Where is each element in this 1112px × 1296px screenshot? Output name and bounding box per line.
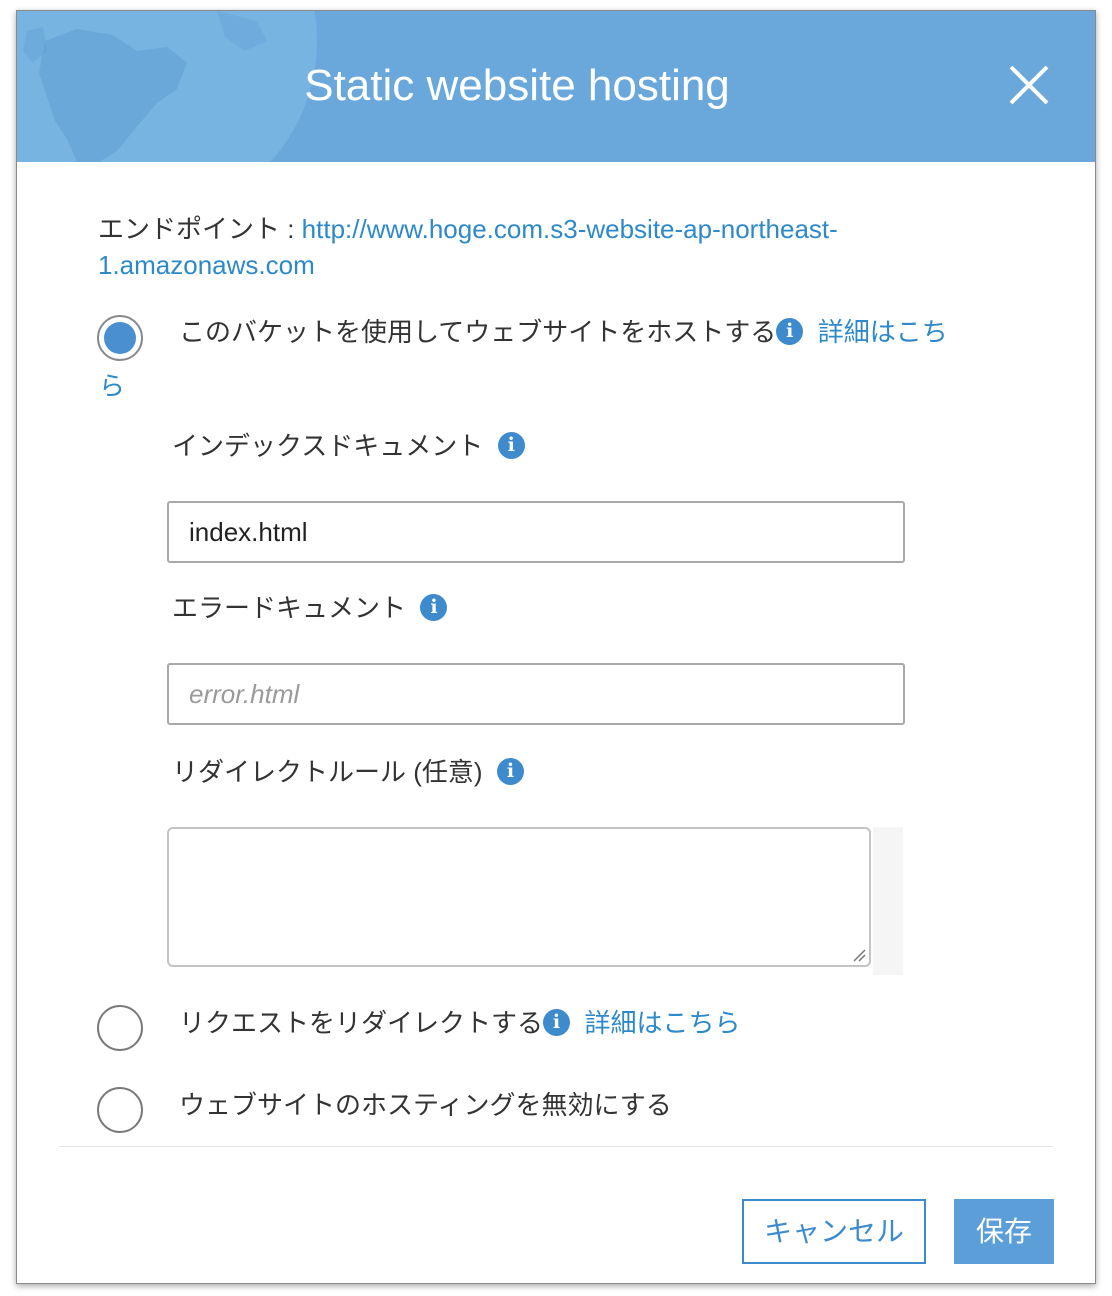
- save-button[interactable]: 保存: [954, 1199, 1054, 1264]
- learn-more-link-continued[interactable]: ら: [99, 371, 125, 401]
- dialog-header: Static website hosting: [17, 11, 1095, 162]
- endpoint-label: エンドポイント :: [98, 214, 302, 244]
- option-redirect-requests: リクエストをリダイレクトする i 詳細はこちら: [179, 1005, 1039, 1041]
- option-disable-hosting-label: ウェブサイトのホスティングを無効にする: [179, 1090, 672, 1120]
- info-icon[interactable]: i: [420, 593, 448, 621]
- info-icon[interactable]: i: [497, 431, 525, 459]
- footer-divider: [59, 1146, 1053, 1147]
- option-host-website-label: このバケットを使用してウェブサイトをホストする: [179, 317, 777, 347]
- radio-disable-hosting[interactable]: [97, 1087, 143, 1133]
- learn-more-link[interactable]: 詳細はこち: [818, 317, 948, 347]
- error-document-label-text: エラードキュメント: [172, 593, 407, 623]
- radio-host-website[interactable]: [97, 315, 143, 361]
- error-document-label: エラードキュメント i: [172, 590, 448, 626]
- close-button[interactable]: [1005, 61, 1053, 109]
- endpoint-line: エンドポイント : http://www.hoge.com.s3-website…: [98, 211, 958, 283]
- learn-more-link-wrap: ら: [99, 368, 125, 404]
- endpoint-url[interactable]: http://www.hoge.com.s3-website-ap-northe…: [302, 214, 838, 244]
- redirect-rules-label: リダイレクトルール (任意) i: [172, 754, 524, 790]
- redirect-rules-textarea[interactable]: [167, 827, 871, 967]
- info-icon[interactable]: i: [497, 757, 524, 785]
- endpoint-url-continued[interactable]: 1.amazonaws.com: [98, 250, 315, 280]
- dialog-title: Static website hosting: [304, 61, 730, 110]
- close-icon: [1009, 65, 1049, 105]
- radio-selected-dot: [104, 322, 136, 354]
- cancel-button[interactable]: キャンセル: [742, 1199, 926, 1264]
- resize-grip-icon[interactable]: [852, 948, 866, 962]
- option-disable-hosting: ウェブサイトのホスティングを無効にする: [179, 1087, 1039, 1123]
- radio-redirect-requests[interactable]: [97, 1005, 143, 1051]
- static-website-hosting-dialog: Static website hosting エンドポイント : http://…: [16, 10, 1096, 1284]
- redirect-rules-label-text: リダイレクトルール (任意): [172, 757, 483, 787]
- info-icon[interactable]: i: [776, 317, 804, 345]
- option-host-website: このバケットを使用してウェブサイトをホストする i 詳細はこち: [179, 314, 1039, 350]
- learn-more-link[interactable]: 詳細はこちら: [584, 1008, 740, 1038]
- index-document-input[interactable]: index.html: [167, 501, 905, 563]
- index-document-label-text: インデックスドキュメント: [172, 431, 484, 461]
- textarea-scroll-gutter: [873, 827, 903, 975]
- option-redirect-requests-label: リクエストをリダイレクトする: [179, 1008, 544, 1038]
- error-document-input[interactable]: error.html: [167, 663, 905, 725]
- info-icon[interactable]: i: [543, 1008, 571, 1036]
- index-document-label: インデックスドキュメント i: [172, 428, 525, 464]
